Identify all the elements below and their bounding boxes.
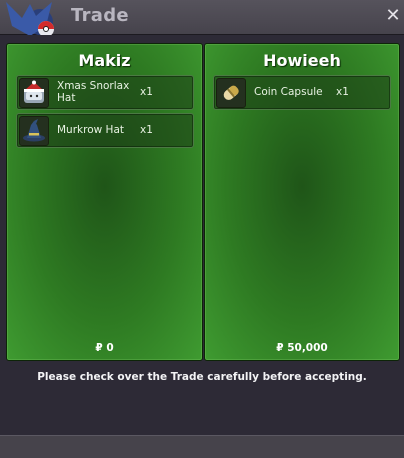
trade-item-murkrow-hat[interactable]: Murkrow Hat x1 xyxy=(16,113,194,148)
player-name-left: Makiz xyxy=(78,51,131,70)
window-title: Trade xyxy=(71,5,129,26)
pokeball-logo-icon xyxy=(6,2,54,37)
player-name-right: Howieeh xyxy=(263,51,341,70)
murkrow-hat-icon xyxy=(19,116,49,146)
close-icon[interactable]: ✕ xyxy=(384,5,402,27)
trade-item-xmas-snorlax-hat[interactable]: Xmas Snorlax Hat x1 xyxy=(16,75,194,110)
xmas-snorlax-hat-icon xyxy=(19,78,49,108)
item-name: Murkrow Hat xyxy=(57,124,124,136)
money-offer-right: ₽ 50,000 xyxy=(276,342,328,354)
item-quantity: x1 xyxy=(336,86,349,98)
trade-warning-text: Please check over the Trade carefully be… xyxy=(37,371,367,383)
window-footer xyxy=(0,435,404,458)
partner-offer-panel: Howieeh Coin Capsule x1 ₽ 50,000 xyxy=(204,43,400,361)
item-quantity: x1 xyxy=(140,86,153,98)
money-offer-left: ₽ 0 xyxy=(95,342,114,354)
item-quantity: x1 xyxy=(140,124,153,136)
coin-capsule-icon xyxy=(216,78,246,108)
item-name: Xmas Snorlax Hat xyxy=(57,80,130,104)
my-offer-panel: Makiz Xmas Snorlax Hat x1 Murkrow Hat x1… xyxy=(6,43,203,361)
title-bar: Trade ✕ xyxy=(0,0,404,37)
item-name: Coin Capsule xyxy=(254,86,323,98)
trade-item-coin-capsule[interactable]: Coin Capsule x1 xyxy=(213,75,391,110)
